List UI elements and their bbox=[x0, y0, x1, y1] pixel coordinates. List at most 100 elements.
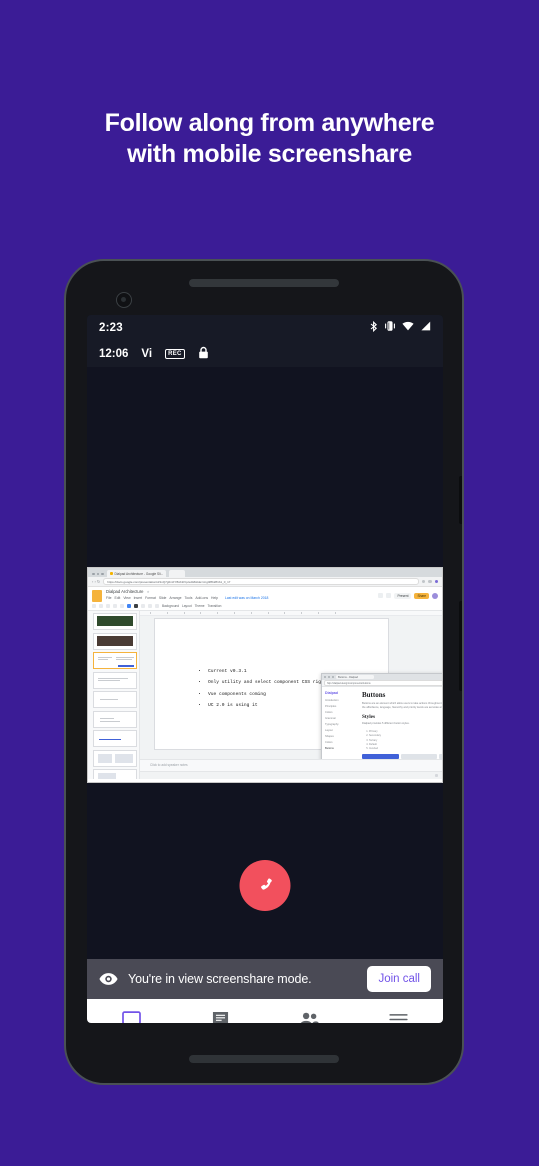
slide-thumbnail[interactable] bbox=[93, 691, 137, 708]
browser-extension-icons[interactable] bbox=[421, 579, 438, 584]
list-item: Inverted bbox=[369, 747, 442, 751]
address-input[interactable]: https://docs.google.com/presentation/d/1… bbox=[103, 577, 419, 586]
line-icon[interactable] bbox=[155, 604, 159, 608]
nav-item-more[interactable]: More bbox=[354, 1011, 443, 1023]
sidebar-item-active: Buttons bbox=[325, 747, 334, 750]
embedded-heading: Buttons bbox=[362, 691, 386, 699]
headline-line-2: with mobile screenshare bbox=[127, 139, 412, 168]
slides-body: Current v0.3.1 Only utility and select c… bbox=[88, 611, 442, 779]
slide-thumbnail-selected[interactable] bbox=[93, 652, 137, 669]
slides-title-block: Dialpad Architecture ★ File Edit View In… bbox=[106, 589, 374, 602]
slide-thumbnail[interactable] bbox=[93, 769, 137, 779]
slide-filmstrip[interactable] bbox=[88, 611, 140, 779]
embedded-address-input: http://dialpad.design/components/buttons bbox=[324, 680, 442, 686]
slides-menu-bar[interactable]: File Edit View Insert Format Slide Arran… bbox=[106, 596, 374, 600]
call-stage: Dialpad Architecture - Google Sli... ‹ ›… bbox=[87, 367, 443, 959]
slide-thumbnail[interactable] bbox=[93, 632, 137, 650]
background-button[interactable]: Background bbox=[162, 604, 179, 608]
comment-icon[interactable] bbox=[378, 593, 384, 598]
people-icon bbox=[299, 1011, 320, 1023]
embedded-list: Primary Secondary Tertiary Default Inver… bbox=[362, 730, 442, 751]
menu-format[interactable]: Format bbox=[145, 596, 156, 600]
power-button[interactable] bbox=[459, 476, 462, 524]
nav-item-chat[interactable]: Chat bbox=[176, 1011, 265, 1023]
menu-arrange[interactable]: Arrange bbox=[169, 596, 181, 600]
theme-button[interactable]: Theme bbox=[195, 604, 205, 608]
embedded-address-bar: http://dialpad.design/components/buttons bbox=[322, 680, 442, 687]
lock-icon bbox=[198, 346, 209, 362]
embedded-subheading: Styles bbox=[362, 714, 375, 721]
slides-actions: Present Share bbox=[378, 589, 438, 602]
embedded-paragraph: Buttons are an element which allow users… bbox=[362, 702, 442, 710]
browser-address-bar[interactable]: ‹ › ↻ https://docs.google.com/presentati… bbox=[88, 577, 442, 587]
slides-doc-title-row[interactable]: Dialpad Architecture ★ bbox=[106, 589, 374, 594]
page-headline: Follow along from anywhere with mobile s… bbox=[0, 108, 539, 169]
status-icons bbox=[370, 320, 431, 335]
phone-hangup-icon bbox=[260, 877, 272, 890]
slide-thumbnail[interactable] bbox=[93, 710, 137, 728]
share-button[interactable]: Share bbox=[414, 592, 429, 599]
phone-mockup: 2:23 12:06 Vi REC Dialpad Architecture -… bbox=[64, 259, 464, 1085]
nav-item-conference[interactable]: Conference bbox=[87, 1010, 176, 1023]
menu-file[interactable]: File bbox=[106, 596, 111, 600]
bottom-navigation-bar: Conference Chat bbox=[87, 999, 443, 1023]
print-icon[interactable] bbox=[106, 604, 110, 608]
eye-icon bbox=[99, 972, 118, 986]
transition-button[interactable]: Transition bbox=[208, 604, 222, 608]
embedded-tab-title: Buttons - Dialpad bbox=[336, 674, 374, 680]
layout-button[interactable]: Layout bbox=[182, 604, 192, 608]
textbox-icon[interactable] bbox=[134, 604, 138, 608]
present-button[interactable]: Present bbox=[394, 592, 412, 599]
browser-tab[interactable]: Dialpad Architecture - Google Sli... bbox=[106, 570, 167, 577]
zoom-icon[interactable] bbox=[120, 604, 124, 608]
video-icon[interactable] bbox=[386, 593, 392, 598]
sidebar-item: Layout bbox=[325, 729, 333, 732]
paint-format-icon[interactable] bbox=[113, 604, 117, 608]
current-slide[interactable]: Current v0.3.1 Only utility and select c… bbox=[154, 618, 442, 779]
image-icon[interactable] bbox=[141, 604, 145, 608]
status-clock: 2:23 bbox=[99, 321, 123, 334]
redo-icon[interactable] bbox=[99, 604, 103, 608]
window-controls-icon[interactable] bbox=[92, 572, 104, 578]
star-icon[interactable]: ★ bbox=[146, 590, 149, 594]
shape-icon[interactable] bbox=[148, 604, 152, 608]
browser-nav-icons[interactable]: ‹ › ↻ bbox=[92, 579, 100, 584]
nav-item-participants[interactable]: Participants bbox=[265, 1011, 354, 1023]
menu-help[interactable]: Help bbox=[211, 596, 218, 600]
slide-canvas[interactable]: Current v0.3.1 Only utility and select c… bbox=[140, 611, 442, 779]
embedded-brand: Dialpad bbox=[325, 691, 338, 695]
new-slide-icon[interactable] bbox=[127, 604, 131, 608]
bottom-speaker-grille bbox=[189, 1055, 339, 1063]
slide-thumbnail[interactable] bbox=[93, 749, 137, 767]
menu-edit[interactable]: Edit bbox=[114, 596, 120, 600]
signal-icon bbox=[420, 321, 431, 334]
slides-toolbar[interactable]: Background Layout Theme Transition bbox=[88, 602, 442, 611]
end-call-button[interactable] bbox=[239, 860, 291, 911]
monitor-icon bbox=[122, 1010, 141, 1023]
sidebar-item: Principles bbox=[325, 705, 337, 708]
sidebar-item: Colors bbox=[325, 741, 333, 744]
undo-icon[interactable] bbox=[92, 604, 96, 608]
new-tab-button[interactable] bbox=[169, 570, 186, 577]
avatar[interactable] bbox=[432, 592, 438, 599]
slide-thumbnail[interactable] bbox=[93, 671, 137, 689]
menu-slide[interactable]: Slide bbox=[159, 596, 167, 600]
sidebar-item: Colors bbox=[325, 711, 333, 714]
menu-insert[interactable]: Insert bbox=[134, 596, 142, 600]
slides-doc-title: Dialpad Architecture bbox=[106, 589, 144, 594]
explore-icon[interactable] bbox=[434, 773, 438, 778]
menu-addons[interactable]: Add-ons bbox=[195, 596, 208, 600]
slides-logo-icon bbox=[92, 590, 102, 602]
slide-thumbnail[interactable] bbox=[93, 730, 137, 747]
carrier-label: Vi bbox=[141, 347, 153, 360]
slide-thumbnail[interactable] bbox=[93, 613, 137, 630]
rec-badge: REC bbox=[165, 348, 185, 359]
embedded-subparagraph: Dialpad provides 5 different button styl… bbox=[362, 722, 410, 726]
browser-tab-title: Dialpad Architecture - Google Sli... bbox=[114, 571, 164, 576]
join-call-button[interactable]: Join call bbox=[367, 966, 431, 992]
shared-screen-view[interactable]: Dialpad Architecture - Google Sli... ‹ ›… bbox=[87, 567, 443, 783]
menu-tools[interactable]: Tools bbox=[184, 596, 192, 600]
last-edit-label[interactable]: Last edit was on March 2018 bbox=[225, 596, 268, 600]
volume-button[interactable] bbox=[459, 601, 462, 691]
menu-view[interactable]: View bbox=[123, 596, 130, 600]
